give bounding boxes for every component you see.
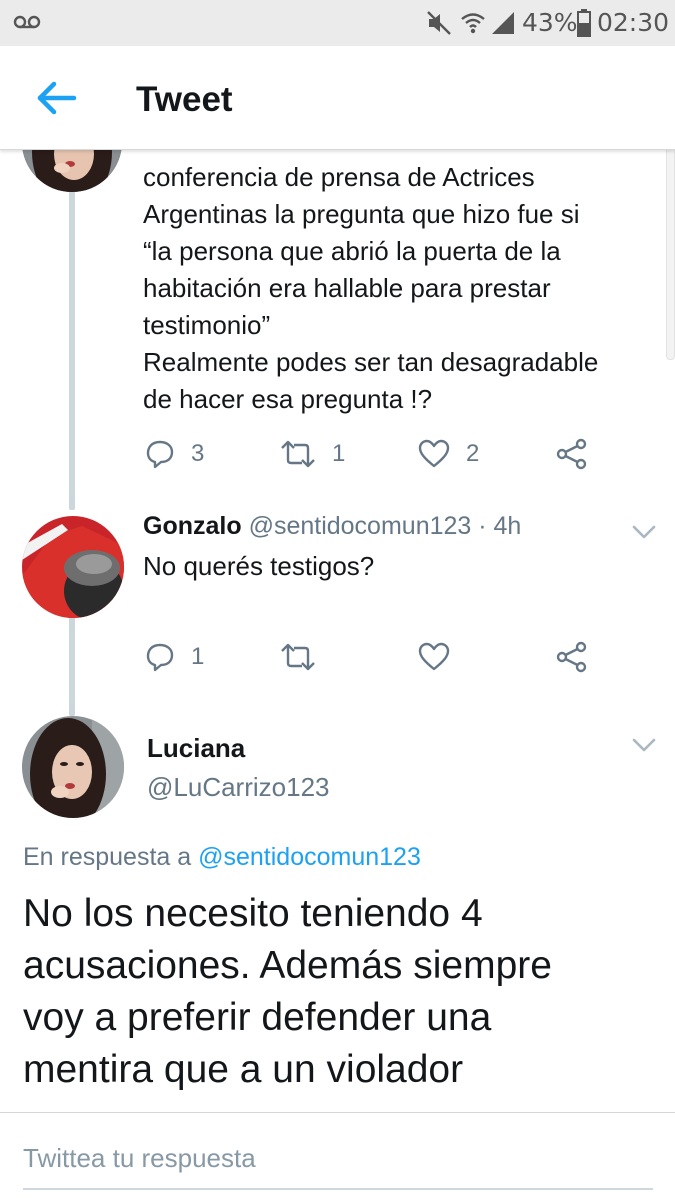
retweet-icon — [281, 440, 315, 468]
tweet-line: “la persona que abrió la puerta de la — [143, 236, 561, 266]
like-count: 2 — [466, 440, 480, 467]
thread-line — [69, 616, 75, 716]
tweet-line: testimonio” — [143, 310, 271, 340]
battery-icon — [577, 9, 591, 37]
reply-input[interactable]: Twittea tu respuesta — [23, 1140, 653, 1190]
page-title: Tweet — [136, 80, 233, 119]
tweet-line: Realmente podes ser tan desagradable — [143, 347, 599, 377]
signal-icon — [492, 12, 514, 34]
retweet-count: 1 — [332, 440, 346, 467]
avatar[interactable] — [22, 716, 124, 818]
reply-context: En respuesta a @sentidocomun123 — [23, 843, 421, 872]
tweet-line: voy a preferir defender una — [23, 996, 492, 1039]
share-icon — [556, 438, 587, 470]
reply-count: 1 — [191, 643, 205, 670]
chevron-down-icon[interactable] — [630, 522, 658, 542]
mute-icon — [427, 11, 451, 35]
tweet-line: de hacer esa pregunta !? — [143, 384, 433, 414]
like-button[interactable]: 2 — [418, 434, 479, 474]
reply-button[interactable]: 1 — [145, 637, 204, 677]
tweet-line: habitación era hallable para prestar — [143, 273, 551, 303]
main-tweet-text: No los necesito teniendo 4 acusaciones. … — [23, 888, 552, 1096]
wifi-icon — [461, 13, 485, 34]
app-bar: Tweet — [0, 46, 675, 150]
reply-prefix: En respuesta a — [23, 843, 192, 871]
reply-button[interactable]: 3 — [145, 434, 204, 474]
divider — [0, 1112, 675, 1113]
heart-icon — [418, 642, 450, 671]
tweet-line: mentira que a un violador — [23, 1048, 464, 1091]
scrollbar[interactable] — [666, 135, 675, 360]
share-icon — [556, 641, 587, 673]
battery-percent: 43% — [522, 8, 578, 37]
parent-tweet-text: conferencia de prensa de Actrices Argent… — [143, 159, 598, 418]
user-handle: @sentidocomun123 · 4h — [248, 512, 522, 540]
tweet-line: conferencia de prensa de Actrices — [143, 162, 535, 192]
share-button[interactable] — [556, 637, 588, 677]
like-button[interactable] — [418, 637, 450, 677]
reply-count: 3 — [191, 440, 205, 467]
reply-mention-link[interactable]: @sentidocomun123 — [198, 843, 421, 871]
chevron-down-icon[interactable] — [630, 735, 658, 755]
tweet-line: acusaciones. Además siempre — [23, 944, 552, 987]
reply-tweet-text: No querés testigos? — [143, 551, 375, 581]
share-button[interactable] — [556, 434, 588, 474]
user-name[interactable]: Gonzalo — [143, 512, 242, 540]
user-handle[interactable]: @LuCarrizo123 — [147, 772, 329, 803]
user-name[interactable]: Luciana — [147, 733, 245, 764]
thread-line — [69, 190, 75, 510]
retweet-icon — [281, 643, 315, 671]
arrow-left-icon[interactable] — [28, 76, 80, 120]
clock: 02:30 — [597, 8, 670, 37]
status-bar: 43% 02:30 — [0, 0, 675, 46]
reply-icon — [146, 643, 174, 672]
retweet-button[interactable]: 1 — [280, 434, 345, 474]
retweet-button[interactable] — [280, 637, 316, 677]
tweet-line: Argentinas la pregunta que hizo fue si — [143, 199, 580, 229]
tweet-header: Gonzalo @sentidocomun123 · 4h — [143, 512, 521, 541]
heart-icon — [418, 439, 450, 468]
avatar[interactable] — [22, 516, 124, 618]
voicemail-icon — [13, 15, 41, 29]
reply-icon — [146, 440, 174, 469]
tweet-line: No los necesito teniendo 4 — [23, 892, 483, 935]
